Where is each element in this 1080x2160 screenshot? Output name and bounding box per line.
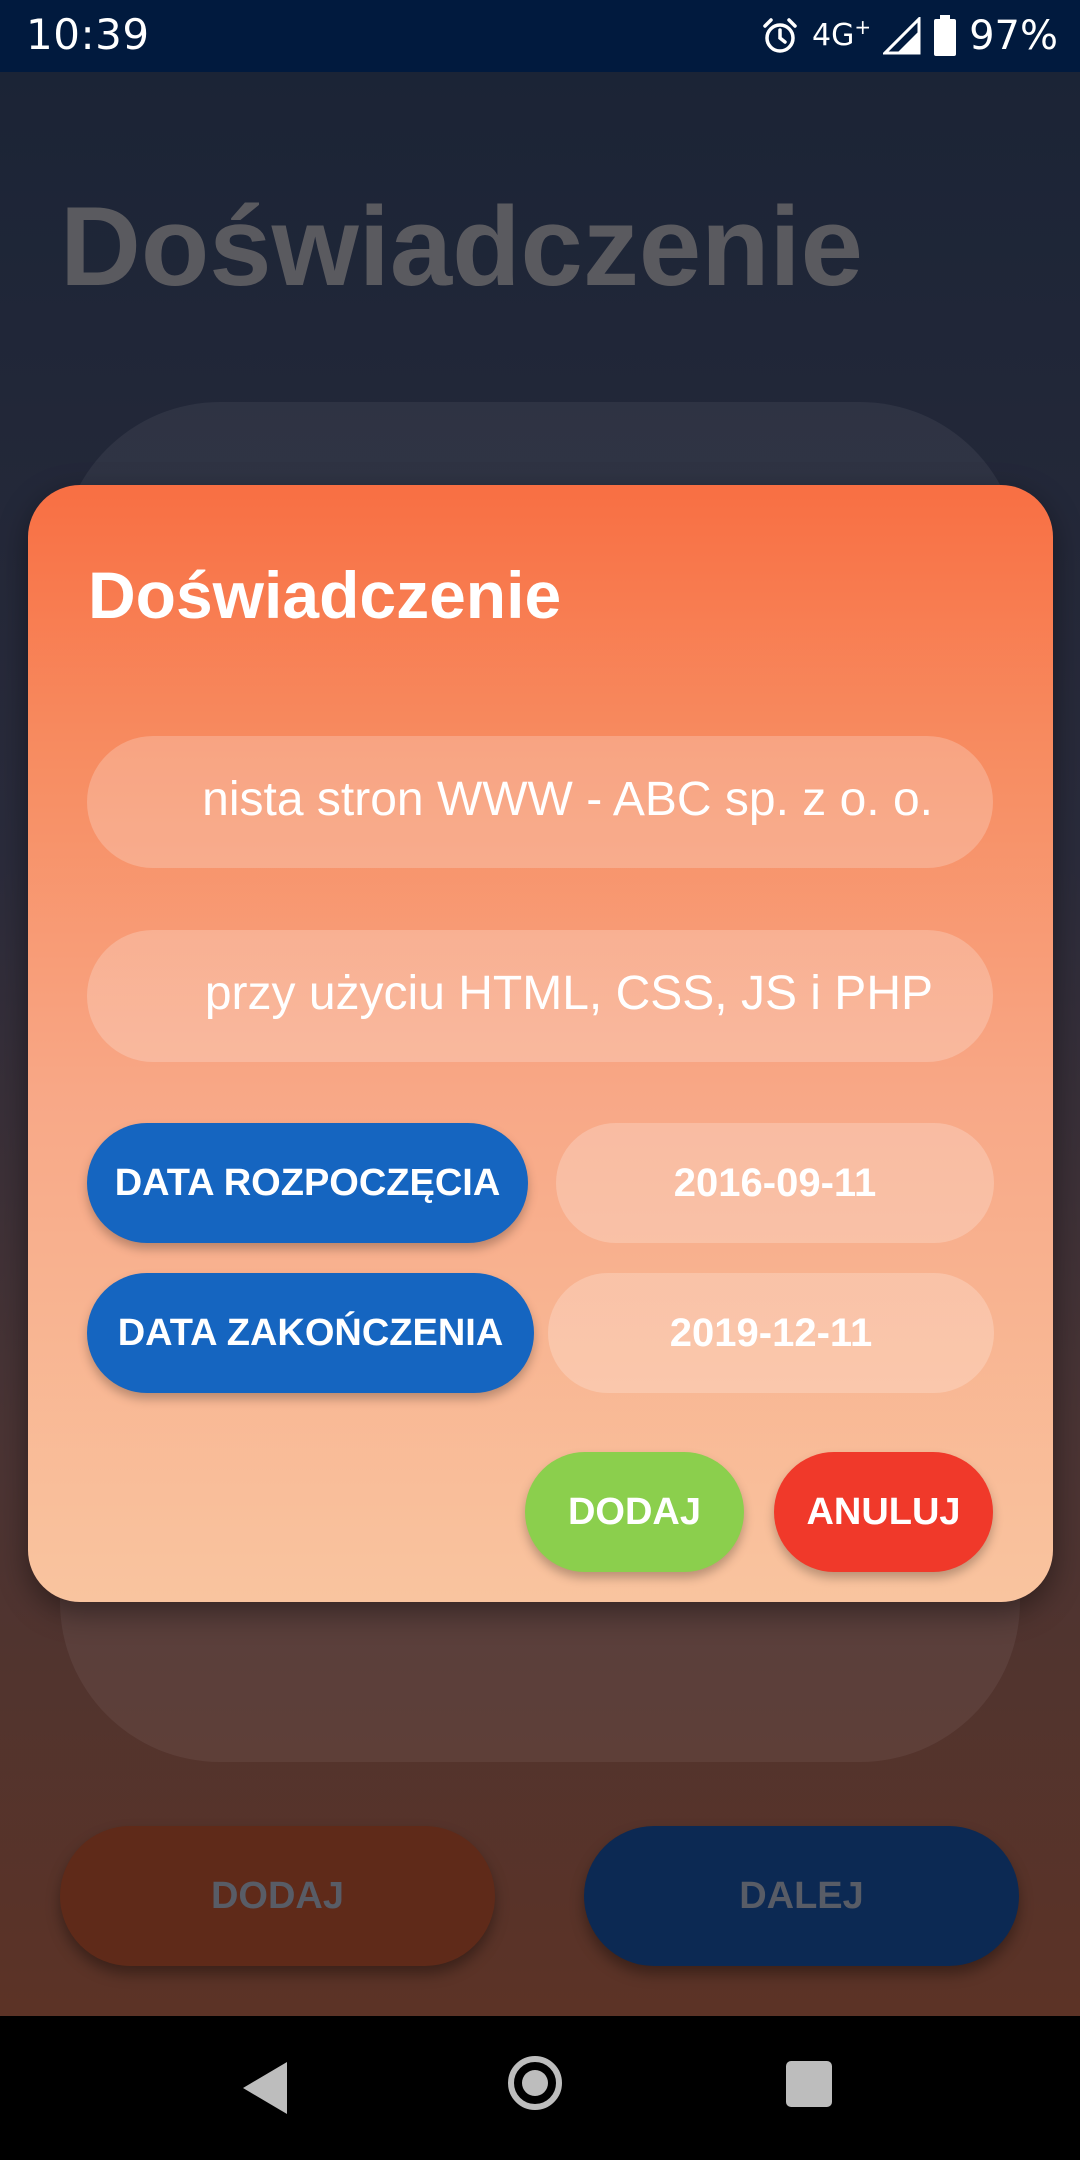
position-input[interactable]: nista stron WWW - ABC sp. z o. o. (87, 736, 993, 868)
start-date-button[interactable]: DATA ROZPOCZĘCIA (87, 1123, 528, 1243)
alarm-icon (763, 18, 797, 53)
home-icon[interactable] (508, 2056, 562, 2110)
status-icons: 4G+ 97% (760, 10, 1058, 62)
back-icon[interactable] (243, 2062, 287, 2114)
description-input-value: przy użyciu HTML, CSS, JS i PHP (204, 967, 933, 1020)
network-type: 4G+ (811, 15, 872, 53)
cancel-button[interactable]: ANULUJ (774, 1452, 993, 1572)
battery-icon (934, 15, 957, 56)
end-date-value[interactable]: 2019-12-11 (548, 1273, 994, 1393)
description-input[interactable]: przy użyciu HTML, CSS, JS i PHP (87, 930, 993, 1062)
recents-icon[interactable] (786, 2061, 832, 2107)
end-date-button[interactable]: DATA ZAKOŃCZENIA (87, 1273, 534, 1393)
add-button[interactable]: DODAJ (525, 1452, 744, 1572)
status-bar: 10:39 4G+ 97% (0, 0, 1080, 72)
status-time: 10:39 (26, 10, 150, 59)
position-input-value: nista stron WWW - ABC sp. z o. o. (202, 773, 933, 826)
background-add-button: DODAJ (60, 1826, 495, 1966)
navigation-bar (0, 2016, 1080, 2160)
background-next-button: DALEJ (584, 1826, 1019, 1966)
signal-icon (883, 17, 921, 55)
experience-dialog: Doświadczenie nista stron WWW - ABC sp. … (28, 485, 1053, 1602)
dialog-title: Doświadczenie (88, 558, 562, 632)
start-date-value[interactable]: 2016-09-11 (556, 1123, 994, 1243)
page-title: Doświadczenie (60, 184, 863, 309)
battery-percent: 97% (969, 13, 1058, 59)
